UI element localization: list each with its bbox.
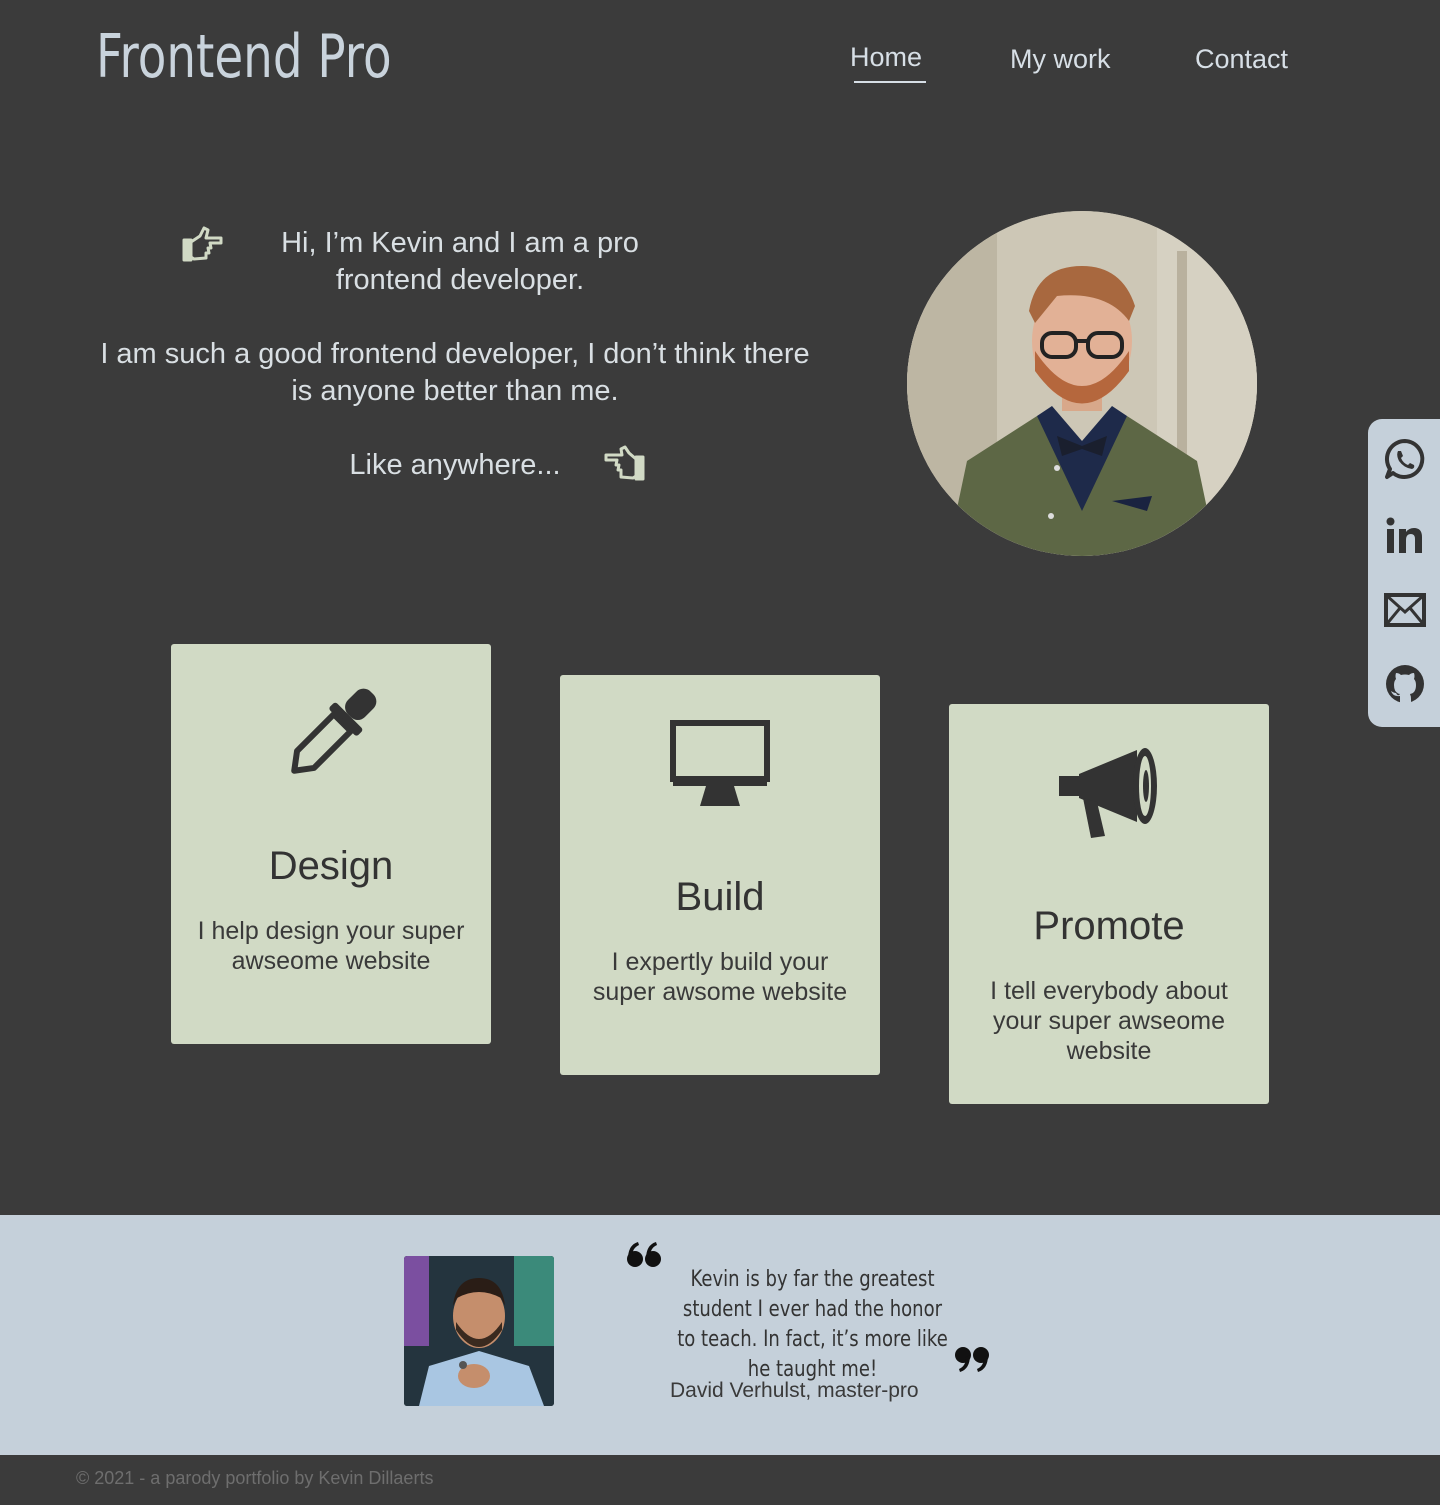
whatsapp-icon[interactable] [1384,438,1426,480]
service-card-build: Build I expertly build your super awsome… [560,675,880,1075]
mail-icon[interactable] [1384,589,1426,631]
service-description: I help design your super awseome website [197,917,465,975]
site-header: Frontend Pro Home My work Contact [0,0,1440,130]
eyedropper-icon [291,688,377,774]
testimonial-section: Kevin is by far the greatest student I e… [0,1215,1440,1455]
service-title: Build [675,875,765,919]
megaphone-icon [1059,748,1157,838]
active-nav-underline [854,81,926,83]
hero-tagline: Like anywhere... [349,449,561,481]
nav-contact[interactable]: Contact [1195,44,1288,75]
nav-my-work[interactable]: My work [1010,44,1111,75]
github-icon[interactable] [1384,663,1426,705]
hero-claim: I am such a good frontend developer, I d… [100,338,810,407]
service-title: Promote [1033,904,1185,948]
site-footer: © 2021 - a parody portfolio by Kevin Dil… [0,1455,1440,1505]
linkedin-icon[interactable] [1384,515,1426,557]
service-title: Design [268,844,394,888]
testimonial-photo [404,1256,554,1406]
profile-photo [907,211,1257,556]
footer-copyright: © 2021 - a parody portfolio by Kevin Dil… [76,1468,434,1488]
testimonial-quote: Kevin is by far the greatest student I e… [677,1267,948,1382]
pointing-right-hand-icon [182,226,223,262]
testimonial-author: David Verhulst, master-pro [670,1379,919,1402]
nav-home[interactable]: Home [850,42,922,73]
quote-open-icon [627,1242,661,1267]
monitor-icon [670,720,770,806]
profile-photo-illustration [907,211,1257,556]
testimonial-photo-illustration [404,1256,554,1406]
quote-close-icon [955,1347,989,1372]
pointing-left-hand-icon [604,445,645,481]
social-sidebar [1368,419,1440,727]
service-description: I tell everybody about your super awseom… [990,977,1228,1065]
site-logo[interactable]: Frontend Pro [96,22,392,92]
service-card-promote: Promote I tell everybody about your supe… [949,704,1269,1104]
service-description: I expertly build your super awsome websi… [592,948,848,1006]
service-card-design: Design I help design your super awseome … [171,644,491,1044]
hero-intro: Hi, I’m Kevin and I am a pro frontend de… [281,227,639,296]
